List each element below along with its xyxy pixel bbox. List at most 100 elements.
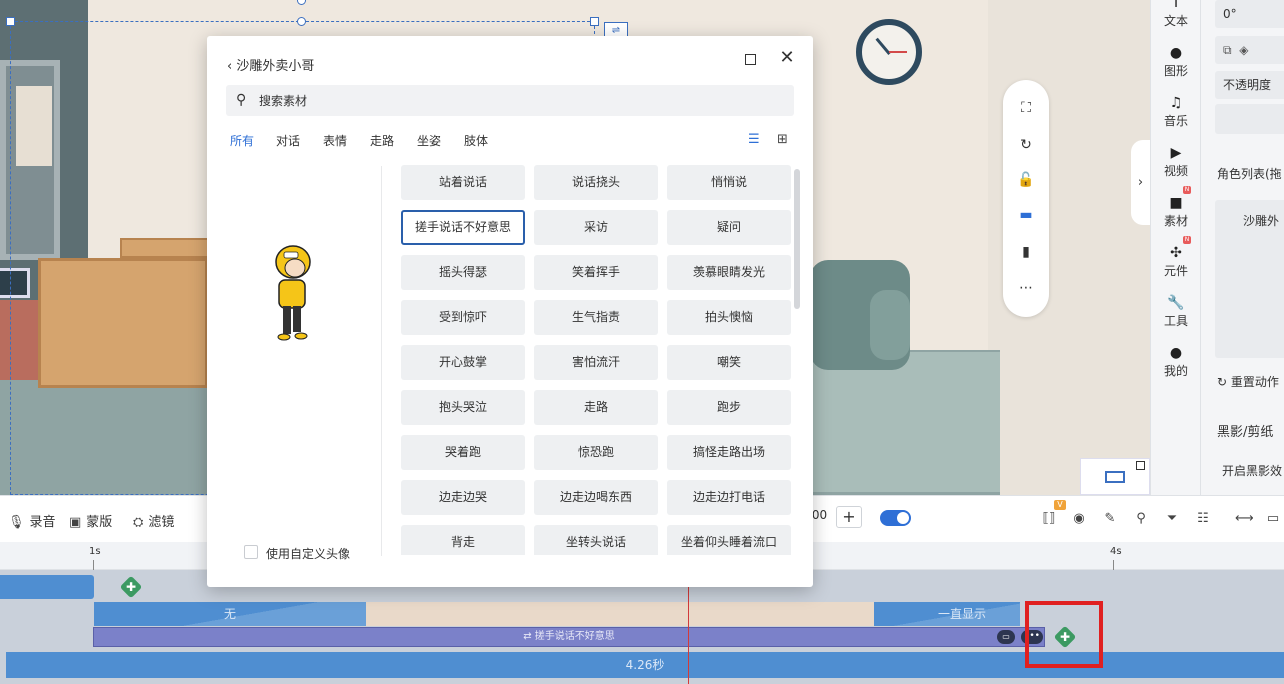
action-item[interactable]: 采访 bbox=[534, 210, 658, 245]
tab-walk[interactable]: 走路 bbox=[370, 132, 394, 149]
sidebar-item-components[interactable]: ✣ N 元件 bbox=[1151, 236, 1201, 279]
action-item[interactable]: 嘲笑 bbox=[667, 345, 791, 380]
action-item[interactable]: 边走边喝东西 bbox=[534, 480, 658, 515]
record-button[interactable]: 🎙 录音 bbox=[8, 511, 56, 530]
timeline-clip[interactable] bbox=[0, 575, 94, 599]
custom-avatar-checkbox[interactable] bbox=[244, 545, 258, 559]
action-item[interactable]: 羡慕眼睛发光 bbox=[667, 255, 791, 290]
tab-sitting[interactable]: 坐姿 bbox=[417, 132, 441, 149]
action-item[interactable]: 摇头得瑟 bbox=[401, 255, 525, 290]
action-item[interactable]: 走路 bbox=[534, 390, 658, 425]
zoom-in-button[interactable]: + bbox=[836, 506, 862, 528]
sidebar-item-text[interactable]: T 文本 bbox=[1151, 0, 1201, 29]
edit-icon[interactable]: ✎ bbox=[1101, 510, 1119, 528]
mobile-view-icon[interactable]: ▮ bbox=[1016, 242, 1036, 262]
action-item[interactable]: 拍头懊恼 bbox=[667, 300, 791, 335]
action-item[interactable]: 疑问 bbox=[667, 210, 791, 245]
settings-sliders-icon[interactable]: ☷ bbox=[1194, 510, 1212, 528]
expand-icon[interactable] bbox=[1136, 461, 1145, 470]
action-item[interactable]: 跑步 bbox=[667, 390, 791, 425]
filter-button[interactable]: ⛭ 滤镜 bbox=[133, 511, 174, 530]
microphone-icon: 🎙 bbox=[8, 515, 25, 530]
grid-view-icon[interactable]: ⊞ bbox=[777, 133, 791, 147]
opacity-slider[interactable] bbox=[1215, 104, 1284, 134]
desktop-view-icon[interactable]: ▬ bbox=[1016, 205, 1036, 225]
exit-effect-clip[interactable]: 一直显示 bbox=[874, 602, 1020, 626]
layer-buttons[interactable]: ⧉ ◈ bbox=[1215, 36, 1284, 64]
action-clip[interactable]: ⇄ 搓手说话不好意思 bbox=[93, 627, 1045, 647]
add-keyframe-icon[interactable]: ✚ bbox=[119, 575, 143, 599]
unlock-icon[interactable]: 🔓 bbox=[1016, 170, 1036, 190]
list-view-icon[interactable]: ☰ bbox=[748, 133, 764, 147]
comment-icon[interactable]: ▭ bbox=[997, 630, 1015, 644]
silhouette-toggle-label[interactable]: 开启黑影效 bbox=[1222, 462, 1282, 479]
action-item[interactable]: 说话挠头 bbox=[534, 165, 658, 200]
action-item[interactable]: 边走边打电话 bbox=[667, 480, 791, 515]
grid-scrollbar[interactable] bbox=[794, 169, 800, 309]
close-icon[interactable]: ✕ bbox=[779, 49, 795, 67]
sidebar-item-video[interactable]: ▶ 视频 bbox=[1151, 144, 1201, 179]
mask-button[interactable]: ▣ 蒙版 bbox=[69, 511, 112, 530]
preview-thumbnail[interactable] bbox=[1080, 458, 1150, 495]
expand-width-icon[interactable]: ⟷ bbox=[1235, 510, 1254, 528]
action-item[interactable]: 哭着跑 bbox=[401, 435, 525, 470]
tab-dialogue[interactable]: 对话 bbox=[276, 132, 300, 149]
action-item[interactable]: 边走边哭 bbox=[401, 480, 525, 515]
split-icon[interactable]: ⚲ bbox=[1132, 510, 1150, 528]
action-item[interactable]: 抱头哭泣 bbox=[401, 390, 525, 425]
action-item[interactable]: 悄悄说 bbox=[667, 165, 791, 200]
role-item[interactable]: 沙雕外 bbox=[1243, 214, 1279, 228]
sidebar-item-mine[interactable]: ● 我的 bbox=[1151, 344, 1201, 379]
action-item[interactable]: 搓手说话不好意思 bbox=[401, 210, 525, 245]
resize-handle[interactable] bbox=[297, 17, 306, 26]
sidebar-item-music[interactable]: ♫ 音乐 bbox=[1151, 94, 1201, 129]
action-grid: 站着说话 说话挠头 悄悄说搓手说话不好意思 采访 疑问摇头得瑟 笑着挥手 羡慕眼睛发光受到惊… bbox=[401, 165, 797, 555]
fit-screen-icon[interactable]: ⛶ bbox=[1016, 98, 1036, 118]
display-clip[interactable] bbox=[366, 602, 874, 626]
resize-handle[interactable] bbox=[590, 17, 599, 26]
sidebar-item-tools[interactable]: 🔧 工具 bbox=[1151, 294, 1201, 329]
modal-title: 沙雕外卖小哥 bbox=[236, 59, 315, 74]
camera-icon[interactable]: ◉ bbox=[1070, 510, 1088, 528]
action-item[interactable]: 搞怪走路出场 bbox=[667, 435, 791, 470]
modal-back-button[interactable]: ‹ 沙雕外卖小哥 bbox=[227, 55, 314, 74]
reset-action-button[interactable]: ↻ 重置动作 bbox=[1217, 373, 1279, 390]
action-item[interactable]: 站着说话 bbox=[401, 165, 525, 200]
action-item[interactable]: 惊恐跑 bbox=[534, 435, 658, 470]
tab-all[interactable]: 所有 bbox=[230, 132, 254, 149]
tick-mark bbox=[1113, 560, 1114, 570]
maximize-icon[interactable] bbox=[745, 54, 756, 65]
opacity-field[interactable]: 不透明度 bbox=[1215, 71, 1284, 99]
tab-expression[interactable]: 表情 bbox=[323, 132, 347, 149]
fit-icon[interactable]: ⟦⟧ bbox=[1040, 510, 1058, 528]
action-item[interactable]: 笑着挥手 bbox=[534, 255, 658, 290]
role-list[interactable]: 沙雕外 bbox=[1215, 200, 1284, 358]
search-icon: ⚲ bbox=[236, 92, 247, 108]
collapse-panel-button[interactable]: › bbox=[1131, 140, 1150, 225]
snap-toggle[interactable] bbox=[880, 510, 911, 526]
action-item[interactable]: 受到惊吓 bbox=[401, 300, 525, 335]
action-item[interactable]: 害怕流汗 bbox=[534, 345, 658, 380]
enter-effect-clip[interactable]: 无 bbox=[94, 602, 366, 626]
action-item[interactable]: 坐着仰头睡着流口 bbox=[667, 525, 791, 555]
rotation-field[interactable]: 0° bbox=[1215, 0, 1284, 28]
more-icon[interactable]: ⋯ bbox=[1016, 278, 1036, 298]
resize-handle[interactable] bbox=[6, 17, 15, 26]
action-item[interactable]: 生气指责 bbox=[534, 300, 658, 335]
silhouette-section-title: 黑影/剪纸 bbox=[1217, 425, 1274, 440]
tab-body[interactable]: 肢体 bbox=[464, 132, 488, 149]
filter-funnel-icon[interactable]: ⏷ bbox=[1163, 510, 1181, 528]
sidebar-item-assets[interactable]: ■ N 素材 bbox=[1151, 186, 1201, 229]
rotate-icon[interactable]: ↻ bbox=[1016, 135, 1036, 155]
search-box: ⚲ bbox=[226, 85, 794, 116]
action-item[interactable]: 背走 bbox=[401, 525, 525, 555]
search-input[interactable] bbox=[259, 85, 779, 116]
frame-icon[interactable]: ▭ bbox=[1264, 510, 1282, 528]
action-item[interactable]: 坐转头说话 bbox=[534, 525, 658, 555]
sidebar-item-shape[interactable]: ● 图形 bbox=[1151, 44, 1201, 79]
action-item[interactable]: 开心鼓掌 bbox=[401, 345, 525, 380]
canvas-floating-toolbar: ⛶ ↻ 🔓 ▬ ▮ ⋯ bbox=[1003, 80, 1049, 317]
right-sidebar: T 文本 ● 图形 ♫ 音乐 ▶ 视频 ■ N 素材 ✣ N 元件 🔧 工具 ● 我的 bbox=[1150, 0, 1200, 495]
text-icon: T bbox=[1171, 0, 1181, 11]
chevron-left-icon: ‹ bbox=[227, 59, 237, 74]
